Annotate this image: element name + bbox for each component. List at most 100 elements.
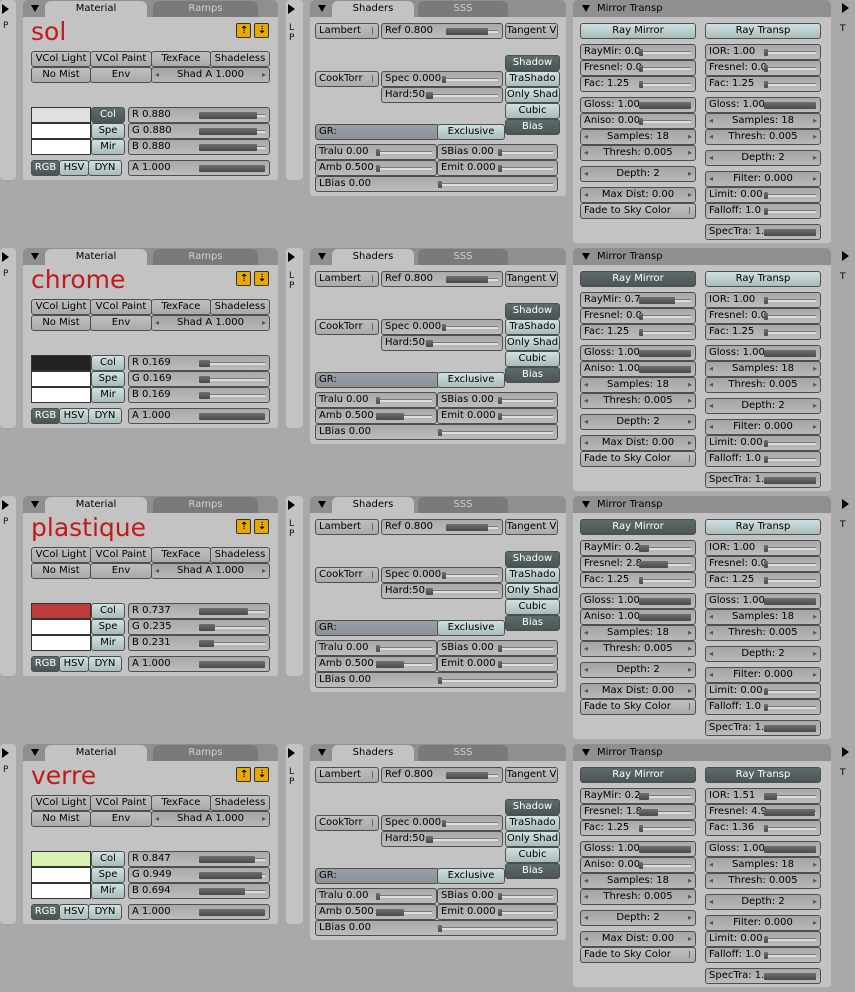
vcol-paint-toggle[interactable]: VCol Paint [90,547,152,563]
max-dist-field[interactable]: Max Dist: 0.00 [580,187,696,203]
limit-slider[interactable]: Limit: 0.00 [705,187,821,203]
filter-field[interactable]: Filter: 0.000 [705,915,821,931]
aniso-slider[interactable]: Aniso: 1.00 [580,361,696,377]
tab-sss[interactable]: SSS [418,1,508,17]
bias-toggle[interactable]: Bias [505,367,560,383]
spec-swatch[interactable] [31,371,91,387]
left-side-handle[interactable]: P [0,744,16,924]
tangent-v-toggle[interactable]: Tangent V [505,271,558,287]
fade-to-sky-menu[interactable]: Fade to Sky Color [580,947,696,963]
shadeless-toggle[interactable]: Shadeless [210,51,270,67]
rgb-button[interactable]: RGB [31,160,60,176]
no-mist-toggle[interactable]: No Mist [31,811,91,827]
g-slider[interactable]: G 0.169 [128,371,270,387]
bias-toggle[interactable]: Bias [505,615,560,631]
fresnel-transp-slider[interactable]: Fresnel: 0.0 [705,60,821,76]
ior-slider[interactable]: IOR: 1.00 [705,292,821,308]
col-button[interactable]: Col [91,107,125,123]
spec-slider[interactable]: Spec 0.000 [381,815,503,831]
alpha-slider[interactable]: A 1.000 [128,656,270,672]
ref-slider[interactable]: Ref 0.800 [381,23,503,39]
tab-shaders[interactable]: Shaders [332,745,414,761]
left-side-handle[interactable]: P [0,248,16,428]
spec-swatch[interactable] [31,123,91,139]
lbias-slider[interactable]: LBias 0.00 [315,176,558,192]
fresnel-transp-slider[interactable]: Fresnel: 0.0 [705,308,821,324]
tralu-slider[interactable]: Tralu 0.00 [315,640,437,656]
spec-swatch[interactable] [31,619,91,635]
amb-slider[interactable]: Amb 0.500 [315,656,437,672]
collapse-triangle-icon[interactable] [31,5,39,12]
specular-shader-menu[interactable]: CookTorr [315,71,379,87]
spec-slider[interactable]: Spec 0.000 [381,71,503,87]
spectra-slider[interactable]: SpecTra: 1. [705,224,821,240]
hard-slider[interactable]: Hard:50 [381,583,503,599]
tangent-v-toggle[interactable]: Tangent V [505,519,558,535]
ray-transp-toggle[interactable]: Ray Transp [705,767,821,783]
texface-toggle[interactable]: TexFace [151,795,211,811]
hard-slider[interactable]: Hard:50 [381,831,503,847]
col-button[interactable]: Col [91,851,125,867]
samples-transp-field[interactable]: Samples: 18 [705,857,821,873]
tralu-slider[interactable]: Tralu 0.00 [315,144,437,160]
gloss-mirror-slider[interactable]: Gloss: 1.00 [580,593,696,609]
shadeless-toggle[interactable]: Shadeless [210,299,270,315]
tab-shaders[interactable]: Shaders [332,497,414,513]
spe-button[interactable]: Spe [91,123,125,139]
left-side-handle[interactable]: P [0,0,16,180]
expand-arrow-icon[interactable] [2,252,9,262]
depth-transp-field[interactable]: Depth: 2 [705,150,821,166]
trashado-toggle[interactable]: TraShado [505,567,560,583]
vcol-light-toggle[interactable]: VCol Light [31,299,91,315]
shadow-toggle[interactable]: Shadow [505,799,560,815]
lbias-slider[interactable]: LBias 0.00 [315,920,558,936]
depth-mirror-field[interactable]: Depth: 2 [580,414,696,430]
ray-transp-toggle[interactable]: Ray Transp [705,271,821,287]
rgb-button[interactable]: RGB [31,904,60,920]
middle-side-handle[interactable]: LP [286,744,303,924]
vcol-paint-toggle[interactable]: VCol Paint [90,299,152,315]
color-swatch[interactable] [31,107,91,123]
ior-slider[interactable]: IOR: 1.00 [705,540,821,556]
env-toggle[interactable]: Env [90,315,152,331]
collapse-triangle-icon[interactable] [582,5,590,12]
tab-sss[interactable]: SSS [418,745,508,761]
tab-material[interactable]: Material [45,1,147,17]
mir-button[interactable]: Mir [91,387,125,403]
pin-down-icon[interactable]: ⇣ [254,23,269,38]
tangent-v-toggle[interactable]: Tangent V [505,767,558,783]
lbias-slider[interactable]: LBias 0.00 [315,424,558,440]
ior-slider[interactable]: IOR: 1.51 [705,788,821,804]
depth-transp-field[interactable]: Depth: 2 [705,646,821,662]
bias-toggle[interactable]: Bias [505,119,560,135]
emit-slider[interactable]: Emit 0.000 [437,656,558,672]
env-toggle[interactable]: Env [90,563,152,579]
expand-arrow-icon[interactable] [288,500,295,510]
thresh-mirror-field[interactable]: Thresh: 0.005 [580,393,696,409]
pin-up-icon[interactable]: ⇡ [236,271,251,286]
hard-slider[interactable]: Hard:50 [381,87,503,103]
expand-arrow-icon[interactable] [2,748,9,758]
only-shad-toggle[interactable]: Only Shad [505,583,560,599]
g-slider[interactable]: G 0.880 [128,123,270,139]
gr-group-field[interactable]: GR: [315,868,439,884]
diffuse-shader-menu[interactable]: Lambert [315,519,379,535]
trashado-toggle[interactable]: TraShado [505,319,560,335]
tralu-slider[interactable]: Tralu 0.00 [315,888,437,904]
falloff-slider[interactable]: Falloff: 1.0 [705,947,821,963]
fade-to-sky-menu[interactable]: Fade to Sky Color [580,699,696,715]
vcol-light-toggle[interactable]: VCol Light [31,795,91,811]
spe-button[interactable]: Spe [91,371,125,387]
spectra-slider[interactable]: SpecTra: 1. [705,968,821,984]
dyn-button[interactable]: DYN [88,160,122,176]
aniso-slider[interactable]: Aniso: 0.00 [580,857,696,873]
limit-slider[interactable]: Limit: 0.00 [705,931,821,947]
pin-down-icon[interactable]: ⇣ [254,767,269,782]
samples-transp-field[interactable]: Samples: 18 [705,361,821,377]
spectra-slider[interactable]: SpecTra: 1. [705,472,821,488]
right-expand-arrow-icon[interactable] [842,3,849,13]
collapse-triangle-icon[interactable] [318,749,326,756]
middle-side-handle[interactable]: LP [286,248,303,428]
g-slider[interactable]: G 0.235 [128,619,270,635]
thresh-mirror-field[interactable]: Thresh: 0.005 [580,889,696,905]
